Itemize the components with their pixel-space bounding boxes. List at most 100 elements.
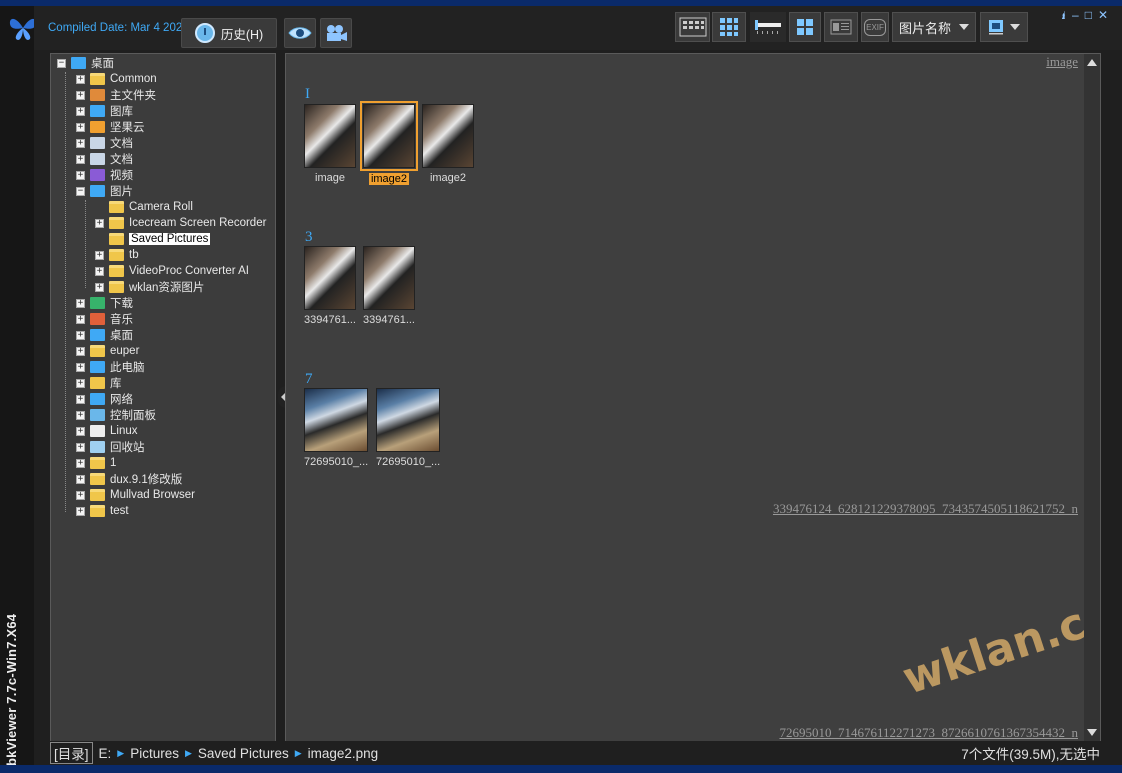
slideshow-button[interactable] [284,18,316,48]
breadcrumb-file: image2.png [307,745,379,761]
tree-item[interactable]: + 音乐 [76,311,133,327]
tree-item[interactable]: + tb [95,247,139,263]
tree-item[interactable]: + euper [76,343,139,359]
expand-icon[interactable]: + [95,218,104,228]
tree-item[interactable]: + 坚果云 [76,119,145,135]
tree-root[interactable]: − 桌面 [57,55,114,71]
expand-icon[interactable]: + [76,346,85,356]
thumbnail-item[interactable]: 72695010_... [304,388,368,468]
sort-label: 图片名称 [898,20,951,36]
expand-icon[interactable]: + [76,154,85,164]
scroll-up-icon[interactable] [1087,59,1097,66]
folder-icon [90,489,105,501]
tree-item[interactable]: +1 [76,455,116,471]
tree-item-label: 图片 [110,186,133,198]
preview-name-bottom[interactable]: 72695010_714676112271273_872661076136735… [779,725,1078,741]
list-view-button[interactable] [675,12,710,42]
thumb-size-slider[interactable] [750,12,786,42]
tree-item[interactable]: +Saved Pictures [95,231,211,247]
grid-view-button[interactable] [712,12,746,42]
expand-icon[interactable]: + [76,74,85,84]
tree-item[interactable]: + 此电脑 [76,359,145,375]
expand-icon[interactable]: + [76,458,85,468]
tree-item-label: 网络 [110,394,133,406]
tree-item-label: Linux [110,425,138,437]
tree-item[interactable]: + 桌面 [76,327,133,343]
expand-icon[interactable]: + [76,170,85,180]
expand-icon[interactable]: + [95,282,104,292]
breadcrumb-drive[interactable]: E: [99,746,112,761]
expand-icon[interactable]: + [76,90,85,100]
thumbnail-item[interactable]: 3394761... [304,246,356,326]
preview-name-mid[interactable]: 339476124_628121229378095_73435745051186… [773,501,1078,517]
scroll-down-icon[interactable] [1087,729,1097,736]
expand-icon[interactable]: + [76,122,85,132]
tree-item[interactable]: + wklan资源图片 [95,279,204,295]
tree-item[interactable]: + Common [76,71,157,87]
folder-icon [109,233,124,245]
expand-icon[interactable]: + [76,314,85,324]
tree-item[interactable]: + Icecream Screen Recorder [95,215,266,231]
pin-icon[interactable]: 🖠 [1061,8,1066,23]
tree-item[interactable]: + 控制面板 [76,407,156,423]
tree-item-label: 主文件夹 [110,90,156,102]
tree-item[interactable]: + test [76,503,129,519]
large-grid-button[interactable] [789,12,821,42]
view-mode-dropdown[interactable] [980,12,1028,42]
breadcrumb-item[interactable]: Pictures [130,746,179,761]
collapse-icon[interactable]: − [76,186,85,196]
collapse-icon[interactable]: − [57,58,66,68]
exif-button[interactable]: EXIF [861,12,889,42]
expand-icon[interactable]: + [95,266,104,276]
minimize-icon[interactable]: – [1072,8,1079,23]
tree-item[interactable]: + 主文件夹 [76,87,156,103]
tree-item[interactable]: + 视频 [76,167,133,183]
thumbnail-item[interactable]: 3394761... [363,246,415,326]
thumbnail-item[interactable]: image [304,104,356,184]
vertical-scrollbar[interactable] [1084,54,1100,741]
thumbnail-item-selected[interactable]: image2 [360,101,418,185]
tree-item[interactable]: + 文档 [76,135,133,151]
tree-item[interactable]: + 网络 [76,391,133,407]
document-icon [90,153,105,165]
expand-icon[interactable]: + [76,106,85,116]
expand-icon[interactable]: + [76,442,85,452]
close-icon[interactable]: ✕ [1098,8,1108,23]
thumbnail-caption: image2 [429,172,467,184]
expand-icon[interactable]: + [76,410,85,420]
expand-icon[interactable]: + [76,490,85,500]
tree-item[interactable]: − 图片 [76,183,133,199]
expand-icon[interactable]: + [76,394,85,404]
video-button[interactable] [320,18,352,48]
preview-name-top[interactable]: image [1046,54,1078,70]
expand-icon[interactable]: + [76,138,85,148]
tree-item-label: 文档 [110,154,133,166]
tree-item[interactable]: + VideoProc Converter AI [95,263,249,279]
expand-icon[interactable]: + [76,330,85,340]
expand-icon[interactable]: + [76,298,85,308]
detail-view-button[interactable] [824,12,858,42]
expand-icon[interactable]: + [76,362,85,372]
expand-icon[interactable]: + [76,474,85,484]
thumbnail-item[interactable]: 72695010_... [376,388,440,468]
tree-item[interactable]: + 回收站 [76,439,145,455]
tree-item[interactable]: + 库 [76,375,122,391]
tree-item[interactable]: + Mullvad Browser [76,487,195,503]
expand-icon[interactable]: + [76,378,85,388]
thumbnail-item[interactable]: image2 [422,104,474,184]
history-button[interactable]: 历史(H) [181,18,277,48]
directory-tag[interactable]: [目录] [50,742,93,764]
breadcrumb-item[interactable]: Saved Pictures [198,746,289,761]
tree-item[interactable]: + Linux [76,423,138,439]
sort-dropdown[interactable]: 图片名称 [892,12,976,42]
expand-icon[interactable]: + [95,250,104,260]
tree-item[interactable]: + 图库 [76,103,133,119]
tree-item[interactable]: +Camera Roll [95,199,193,215]
expand-icon[interactable]: + [76,506,85,516]
expand-icon[interactable]: + [76,426,85,436]
tree-item[interactable]: + 文档 [76,151,133,167]
tree-item[interactable]: + dux.9.1修改版 [76,471,182,487]
tree-item[interactable]: + 下载 [76,295,133,311]
maximize-icon[interactable]: □ [1085,8,1092,23]
thumbnail-image [304,246,356,310]
